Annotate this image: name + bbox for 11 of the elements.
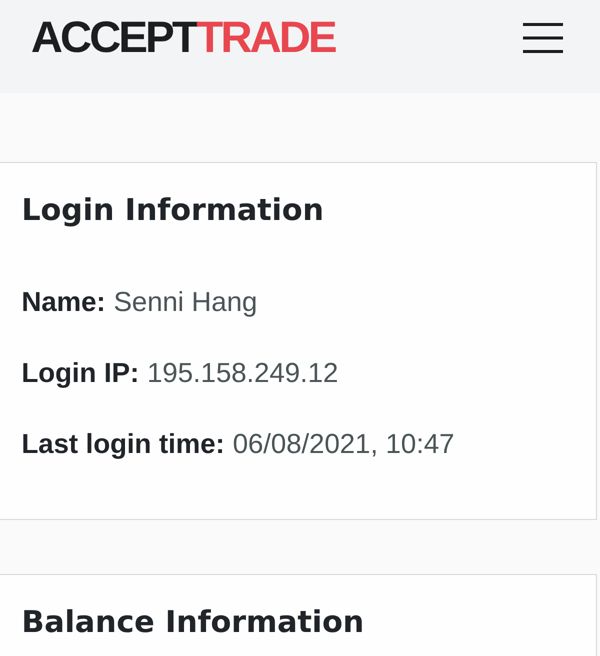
menu-icon [523,23,563,53]
field-label: Name: [22,286,106,318]
field-value: Senni Hang [114,286,258,318]
field-value: 06/08/2021, 10:47 [232,428,454,460]
card-title: Login Information [22,193,324,229]
field-label: Last login time: [22,428,225,460]
field-value: 195.158.249.12 [147,357,338,389]
logo[interactable]: ACCEPTTRADE [31,16,335,60]
field-label: Login IP: [22,357,140,389]
card-title: Balance Information [22,605,364,641]
menu-button[interactable] [523,23,563,53]
